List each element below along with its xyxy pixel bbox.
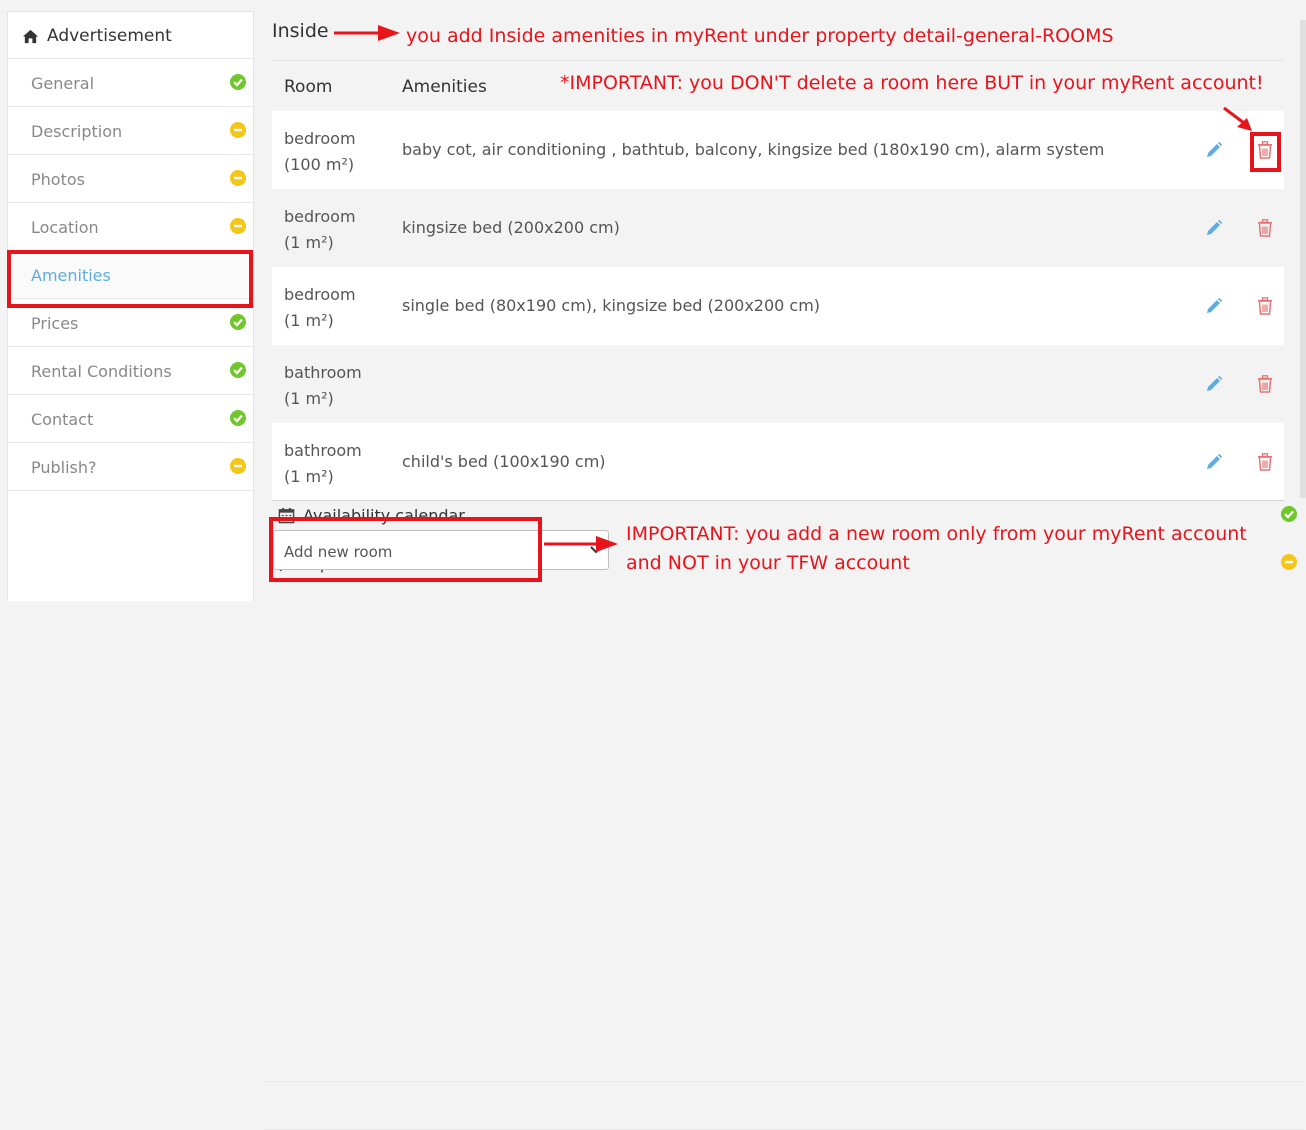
sidebar-header-label: Advertisement (47, 26, 172, 46)
column-header-amenities: Amenities (402, 77, 487, 97)
room-cell: bedroom (1 m²) (284, 282, 356, 334)
sidebar-item-photos[interactable]: Photos (8, 156, 253, 203)
table-divider (272, 500, 1284, 501)
annotation-text-delete: *IMPORTANT: you DON'T delete a room here… (560, 72, 1264, 94)
annotation-amenities-highlight (7, 250, 253, 308)
sidebar-header-advertisement[interactable]: Advertisement (8, 12, 253, 59)
table-row: bathroom (1 m²) child's bed (100x190 cm) (272, 423, 1284, 501)
trash-delete-icon[interactable] (1257, 297, 1273, 315)
annotation-delete-highlight (1250, 132, 1281, 172)
sidebar-item-label: Prices (31, 314, 79, 333)
pencil-edit-icon[interactable] (1205, 219, 1223, 237)
annotation-text-add-line2: and NOT in your TFW account (626, 552, 910, 574)
column-header-room: Room (284, 77, 333, 97)
minus-circle-icon (230, 458, 246, 474)
annotation-text-add-line1: IMPORTANT: you add a new room only from … (626, 523, 1247, 545)
sidebar-item-rental-conditions[interactable]: Rental Conditions (8, 348, 253, 395)
room-cell: bathroom (1 m²) (284, 360, 362, 412)
pencil-edit-icon[interactable] (1205, 297, 1223, 315)
check-circle-icon (230, 410, 246, 426)
annotation-arrow-add (544, 536, 618, 552)
annotation-arrow-top (334, 25, 400, 41)
room-name: bathroom (284, 363, 362, 382)
annotation-add-room-highlight (269, 517, 542, 582)
amenities-cell: baby cot, air conditioning , bathtub, ba… (402, 140, 1105, 159)
table-row: bedroom (1 m²) single bed (80x190 cm), k… (272, 267, 1284, 345)
trash-delete-icon[interactable] (1257, 453, 1273, 471)
check-circle-icon (230, 362, 246, 378)
table-row: bedroom (100 m²) baby cot, air condition… (272, 111, 1284, 189)
trash-delete-icon[interactable] (1257, 219, 1273, 237)
minus-circle-icon (230, 218, 246, 234)
room-size: (1 m²) (284, 233, 334, 252)
room-size: (1 m²) (284, 389, 334, 408)
sidebar-item-publish[interactable]: Publish? (8, 444, 253, 491)
room-size: (1 m²) (284, 311, 334, 330)
scrollbar[interactable] (1300, 20, 1306, 498)
sidebar-item-top-advertisements[interactable]: Top-Advertisements (264, 540, 1304, 1130)
table-row: bathroom (1 m²) (272, 345, 1284, 423)
sidebar-item-description[interactable]: Description (8, 108, 253, 155)
room-name: bedroom (284, 129, 356, 148)
pencil-edit-icon[interactable] (1205, 375, 1223, 393)
minus-circle-icon (230, 170, 246, 186)
annotation-arrow-delete (1223, 106, 1252, 131)
amenities-cell: kingsize bed (200x200 cm) (402, 218, 620, 237)
room-cell: bathroom (1 m²) (284, 438, 362, 490)
annotation-text-top: you add Inside amenities in myRent under… (406, 25, 1114, 47)
minus-circle-icon (230, 122, 246, 138)
amenities-cell: child's bed (100x190 cm) (402, 452, 606, 471)
table-row: bedroom (1 m²) kingsize bed (200x200 cm) (272, 189, 1284, 267)
section-title-inside: Inside (272, 20, 329, 42)
sidebar-item-label: Contact (31, 410, 94, 429)
check-circle-icon (230, 314, 246, 330)
room-size: (100 m²) (284, 155, 355, 174)
sidebar-item-location[interactable]: Location (8, 204, 253, 251)
sidebar-item-label: Location (31, 218, 99, 237)
sidebar-item-label: Publish? (31, 458, 97, 477)
room-cell: bedroom (100 m²) (284, 126, 356, 178)
amenities-cell: single bed (80x190 cm), kingsize bed (20… (402, 296, 821, 315)
sidebar-item-general[interactable]: General (8, 60, 253, 107)
sidebar-item-contact[interactable]: Contact (8, 396, 253, 443)
room-cell: bedroom (1 m²) (284, 204, 356, 256)
trash-delete-icon[interactable] (1257, 375, 1273, 393)
room-name: bedroom (284, 285, 356, 304)
room-name: bathroom (284, 441, 362, 460)
sidebar-item-label: General (31, 74, 95, 93)
pencil-edit-icon[interactable] (1205, 141, 1223, 159)
home-icon (22, 29, 39, 44)
sidebar-item-label: Photos (31, 170, 85, 189)
room-name: bedroom (284, 207, 356, 226)
sidebar-item-label: Description (31, 122, 123, 141)
pencil-edit-icon[interactable] (1205, 453, 1223, 471)
sidebar-item-label: Rental Conditions (31, 362, 172, 381)
room-size: (1 m²) (284, 467, 334, 486)
check-circle-icon (230, 74, 246, 90)
